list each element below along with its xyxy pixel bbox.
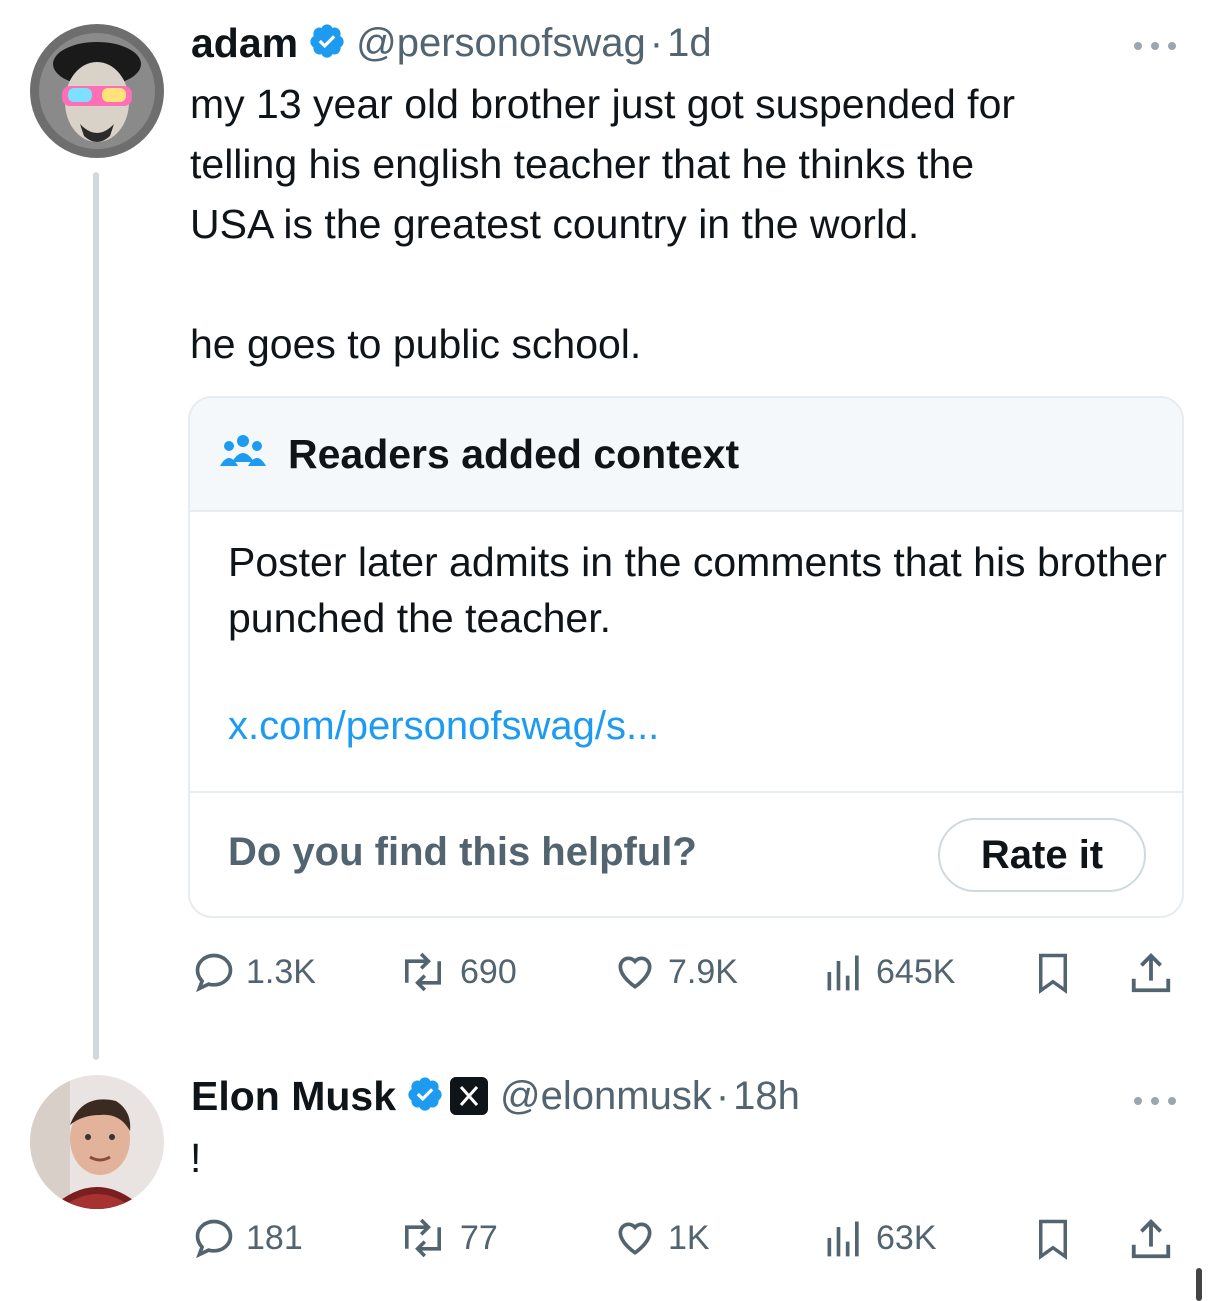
bookmark-icon	[1039, 953, 1067, 994]
bookmark-button[interactable]	[1032, 950, 1074, 996]
repost-count: 77	[460, 1218, 498, 1257]
share-icon	[1131, 1219, 1171, 1259]
views-icon	[827, 1221, 859, 1257]
verified-icon	[308, 22, 346, 65]
display-name[interactable]: adam	[191, 20, 298, 67]
readers-icon	[220, 432, 266, 477]
tweet-text: !	[190, 1135, 202, 1181]
separator: ·	[715, 1073, 730, 1118]
user-handle[interactable]: @personofswag	[356, 21, 646, 66]
avatar[interactable]	[30, 24, 164, 158]
reply-count: 1.3K	[246, 952, 316, 991]
divider	[190, 791, 1182, 793]
like-count: 7.9K	[668, 952, 738, 991]
repost-count: 690	[460, 952, 517, 991]
timestamp[interactable]: 1d	[667, 21, 712, 66]
tweet-header: Elon Musk @elonmusk · 18h	[191, 1071, 800, 1121]
helpful-question: Do you find this helpful?	[228, 830, 697, 874]
share-icon	[1131, 953, 1171, 993]
reply-icon	[195, 1219, 233, 1259]
like-button[interactable]: 7.9K	[612, 950, 738, 994]
verified-icon	[406, 1075, 444, 1118]
reply-count: 181	[246, 1218, 303, 1257]
bookmark-icon	[1039, 1219, 1067, 1260]
share-button[interactable]	[1128, 1216, 1174, 1262]
bookmark-button[interactable]	[1032, 1216, 1074, 1262]
repost-button[interactable]: 77	[396, 1216, 498, 1260]
separator: ·	[649, 20, 664, 65]
views-button[interactable]: 645K	[822, 950, 955, 994]
views-button[interactable]: 63K	[822, 1216, 937, 1260]
note-body: Poster later admits in the comments that…	[228, 539, 1167, 641]
like-icon	[618, 956, 652, 989]
reply-button[interactable]: 1.3K	[192, 950, 316, 994]
x-logo-icon	[450, 1077, 489, 1115]
display-name[interactable]: Elon Musk	[191, 1073, 396, 1120]
views-count: 645K	[876, 952, 956, 991]
note-title: Readers added context	[288, 430, 740, 477]
scrollbar[interactable]	[1196, 1268, 1202, 1301]
reply-button[interactable]: 181	[192, 1216, 303, 1260]
reply-icon	[195, 953, 233, 993]
like-count: 1K	[668, 1218, 710, 1257]
note-link[interactable]: x.com/personofswag/s...	[228, 704, 659, 749]
like-button[interactable]: 1K	[612, 1216, 710, 1260]
community-note: Readers added context Poster later admit…	[188, 396, 1184, 918]
note-header: Readers added context	[190, 398, 1182, 512]
repost-icon	[405, 952, 441, 992]
repost-icon	[405, 1218, 441, 1258]
thread-line	[93, 172, 99, 1060]
tweet-text: my 13 year old brother just got suspende…	[190, 81, 1016, 367]
timestamp[interactable]: 18h	[733, 1074, 800, 1119]
more-icon[interactable]	[1130, 30, 1180, 61]
views-icon	[827, 955, 859, 991]
user-handle[interactable]: @elonmusk	[500, 1074, 712, 1119]
like-icon	[618, 1222, 652, 1255]
rate-it-button[interactable]: Rate it	[938, 818, 1146, 892]
tweet-header: adam @personofswag · 1d	[191, 18, 712, 68]
more-icon[interactable]	[1130, 1085, 1180, 1116]
avatar[interactable]	[30, 1075, 164, 1209]
repost-button[interactable]: 690	[396, 950, 517, 994]
views-count: 63K	[876, 1218, 937, 1257]
share-button[interactable]	[1128, 950, 1174, 996]
